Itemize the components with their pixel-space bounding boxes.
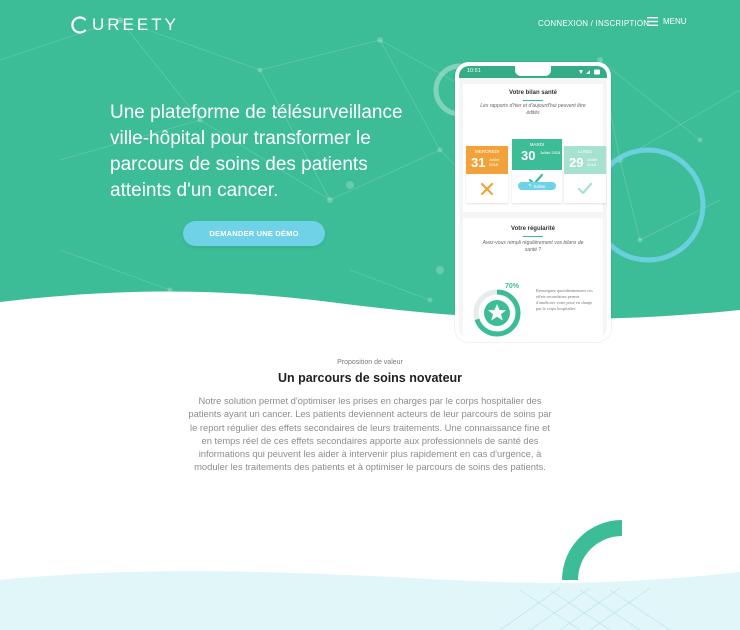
day-month: Juillet 2018: [587, 157, 598, 167]
section-eyebrow: Proposition de valeur: [337, 359, 403, 366]
regularity-question: Avez-vous rempli régulièrement vos bilan…: [482, 240, 584, 253]
regularity-title: Votre régularité: [511, 226, 555, 232]
phone-mockup: 10:51 Votre bilan santé Les rapports d'h…: [455, 62, 611, 342]
health-report-card: Votre bilan santé Les rapports d'hier et…: [463, 84, 606, 212]
logo[interactable]: UREETY: [70, 14, 179, 36]
health-report-subtitle: Les rapports d'hier et d'aujourd'hui peu…: [480, 103, 586, 116]
logo-text: UREETY: [92, 15, 179, 34]
day-card-tuesday[interactable]: MARDI 30 Juillet 2018 ✎ Editer: [512, 139, 562, 203]
phone-notch: [515, 66, 551, 76]
hamburger-icon: [647, 17, 658, 26]
check-icon: [577, 182, 593, 195]
phone-screen: Votre bilan santé Les rapports d'hier et…: [459, 78, 607, 338]
day-name: MARDI: [529, 142, 545, 147]
day-number: 31: [471, 155, 486, 170]
day-header: MARDI 30 Juillet 2018: [512, 139, 562, 170]
menu-button[interactable]: MENU: [647, 17, 687, 26]
login-register-link[interactable]: CONNEXION / INSCRIPTION: [538, 19, 649, 28]
regularity-note: Renseignez quotidiennement vos effets se…: [536, 288, 593, 311]
hero-title: Une plateforme de télésurveillance ville…: [110, 102, 403, 201]
request-demo-button[interactable]: DEMANDER UNE DÉMO: [183, 221, 325, 246]
edit-button[interactable]: ✎ Editer: [518, 182, 556, 190]
site-header: UREETY CONNEXION / INSCRIPTION MENU: [0, 0, 740, 50]
hero-section: UREETY CONNEXION / INSCRIPTION MENU Une …: [0, 0, 740, 340]
menu-label: MENU: [663, 17, 687, 26]
title-underline: [523, 236, 543, 237]
section-body: Notre solution permet d'optimiser les pr…: [188, 395, 552, 473]
day-header: MERCREDI 31 Juillet 2018: [466, 146, 508, 174]
day-name: MERCREDI: [474, 149, 499, 154]
day-card-wednesday[interactable]: MERCREDI 31 Juillet 2018: [466, 146, 508, 203]
day-card-monday[interactable]: LUNDI 29 Juillet 2018: [564, 146, 606, 203]
regularity-gauge: [473, 289, 521, 337]
day-name: LUNDI: [578, 149, 592, 154]
signal-battery-icon: [579, 69, 600, 75]
cross-icon: [480, 182, 494, 196]
pencil-icon: ✎: [528, 183, 532, 188]
section-title: Un parcours de soins novateur: [277, 371, 463, 385]
edit-label: Editer: [534, 183, 546, 189]
health-report-title: Votre bilan santé: [509, 90, 557, 96]
day-header: LUNDI 29 Juillet 2018: [564, 146, 606, 174]
regularity-percent: 70%: [505, 283, 520, 290]
footer-decoration: [0, 520, 740, 630]
logo-c-icon: [71, 16, 87, 34]
status-time: 10:51: [467, 68, 481, 74]
title-underline: [523, 100, 543, 101]
day-number: 30: [521, 148, 536, 163]
day-month: Juillet 2018: [540, 150, 561, 155]
hero-wave: [0, 291, 740, 340]
day-number: 29: [569, 155, 584, 170]
day-month: Juillet 2018: [489, 157, 500, 167]
